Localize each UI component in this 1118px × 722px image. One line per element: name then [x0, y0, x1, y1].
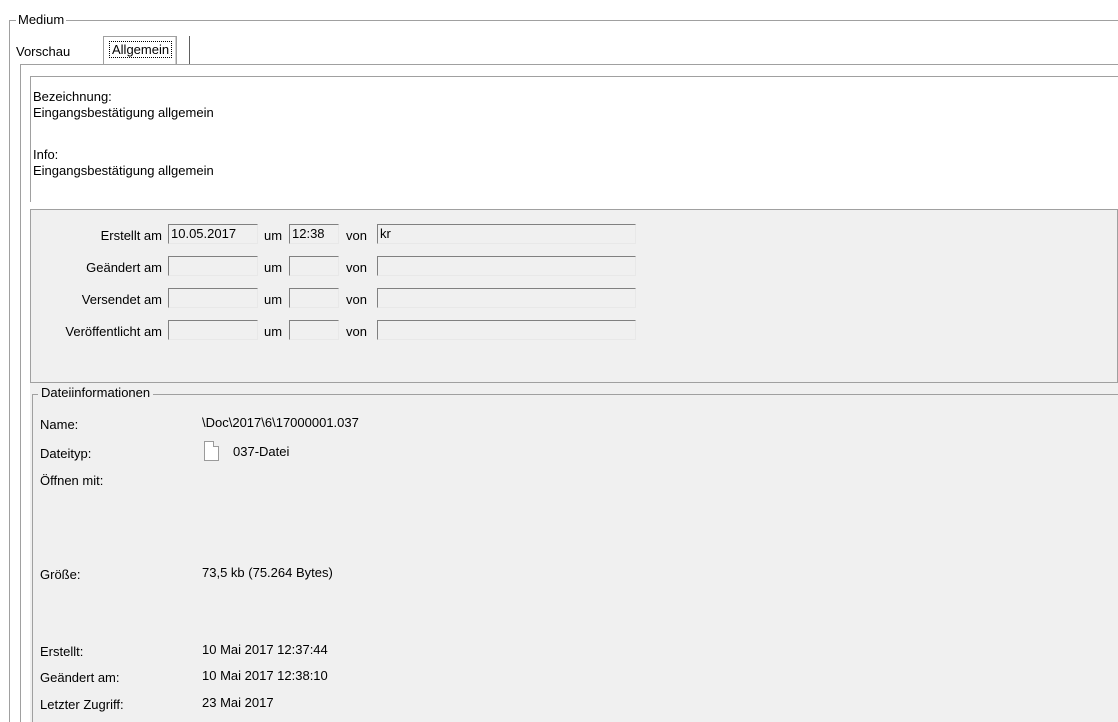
file-name-label: Name:: [40, 417, 79, 432]
sent-time-field[interactable]: [289, 288, 339, 308]
created-time-field[interactable]: 12:38: [289, 224, 339, 244]
file-type-label: Dateityp:: [40, 446, 92, 461]
tab-vorschau[interactable]: Vorschau: [16, 44, 70, 60]
created-user-field[interactable]: kr: [377, 224, 636, 244]
published-time-label: um: [264, 324, 283, 339]
file-type-value: 037-Datei: [233, 444, 290, 459]
sent-date-label: Versendet am: [81, 292, 162, 307]
created-user-label: von: [346, 228, 367, 243]
file-accessed-label: Letzter Zugriff:: [40, 697, 124, 712]
file-modified-label: Geändert am:: [40, 670, 120, 685]
bezeichnung-label: Bezeichnung:: [33, 89, 112, 104]
info-label: Info:: [33, 147, 59, 162]
file-created-label: Erstellt:: [40, 644, 84, 659]
created-date-field[interactable]: 10.05.2017: [168, 224, 258, 244]
tab-divider: [189, 36, 190, 64]
published-time-field[interactable]: [289, 320, 339, 340]
created-date-label: Erstellt am: [100, 228, 162, 243]
tab-allgemein-label: Allgemein: [109, 41, 173, 58]
modified-date-field[interactable]: [168, 256, 258, 276]
info-box: [30, 76, 1118, 202]
modified-time-field[interactable]: [289, 256, 339, 276]
modified-user-field[interactable]: [377, 256, 636, 276]
bezeichnung-value: Eingangsbestätigung allgemein: [33, 105, 214, 120]
file-info-legend: Dateiinformationen: [38, 385, 154, 401]
info-value: Eingangsbestätigung allgemein: [33, 163, 214, 178]
published-user-field[interactable]: [377, 320, 636, 340]
file-size-label: Größe:: [40, 567, 81, 582]
open-with-label: Öffnen mit:: [40, 473, 104, 488]
file-name-value: \Doc\2017\6\17000001.037: [202, 415, 359, 430]
medium-group-legend: Medium: [16, 12, 67, 28]
modified-user-label: von: [346, 260, 367, 275]
modified-time-label: um: [264, 260, 283, 275]
sent-user-field[interactable]: [377, 288, 636, 308]
published-date-field[interactable]: [168, 320, 258, 340]
file-modified-value: 10 Mai 2017 12:38:10: [202, 668, 328, 683]
published-user-label: von: [346, 324, 367, 339]
sent-user-label: von: [346, 292, 367, 307]
document-icon: [204, 441, 219, 461]
file-info-frame: [32, 394, 1118, 722]
tab-allgemein[interactable]: Allgemein: [103, 36, 178, 64]
file-created-value: 10 Mai 2017 12:37:44: [202, 642, 328, 657]
file-size-value: 73,5 kb (75.264 Bytes): [202, 565, 333, 580]
modified-date-label: Geändert am: [86, 260, 162, 275]
file-accessed-value: 23 Mai 2017: [202, 695, 274, 710]
published-date-label: Veröffentlicht am: [65, 324, 162, 339]
sent-time-label: um: [264, 292, 283, 307]
sent-date-field[interactable]: [168, 288, 258, 308]
created-time-label: um: [264, 228, 283, 243]
